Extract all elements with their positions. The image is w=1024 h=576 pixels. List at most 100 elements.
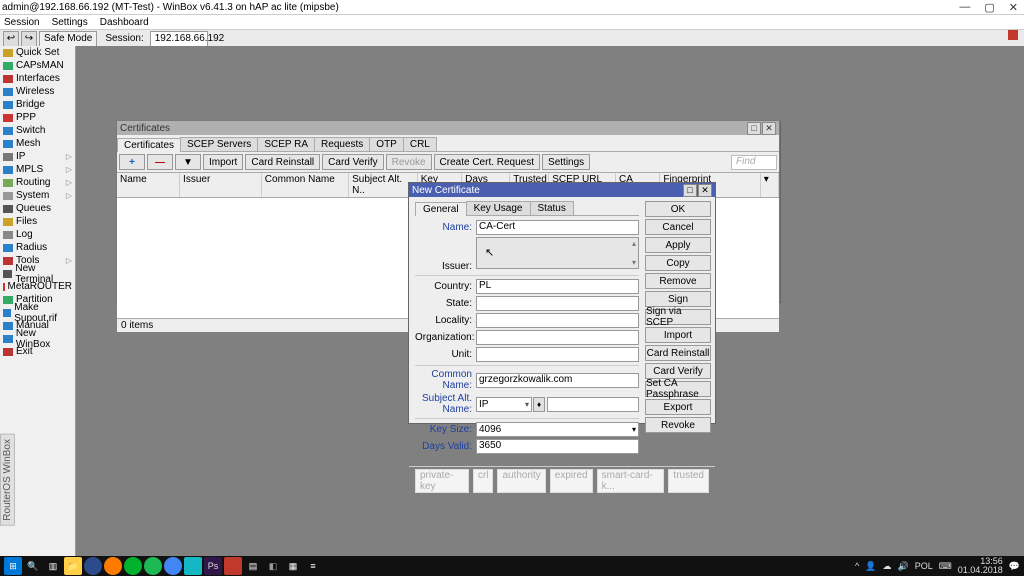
menu-settings[interactable]: Settings (52, 17, 88, 28)
spotify-icon[interactable] (144, 557, 162, 575)
search-icon[interactable]: 🔍 (24, 557, 42, 575)
sign-button[interactable]: Sign (645, 291, 711, 307)
sidebar-item-files[interactable]: Files (0, 215, 75, 228)
card-reinstall-button[interactable]: Card Reinstall (645, 345, 711, 361)
cn-input[interactable]: grzegorzkowalik.com (476, 373, 639, 388)
cert-min-icon[interactable]: □ (747, 122, 761, 135)
app-icon-4[interactable]: ◧ (264, 557, 282, 575)
create-cert-request-button[interactable]: Create Cert. Request (434, 154, 541, 170)
sidebar-item-mpls[interactable]: MPLS▷ (0, 163, 75, 176)
dlg-min-icon[interactable]: □ (683, 184, 697, 197)
cert-tab-scep-ra[interactable]: SCEP RA (257, 137, 315, 151)
sidebar-item-bridge[interactable]: Bridge (0, 98, 75, 111)
card-reinstall-button[interactable]: Card Reinstall (245, 154, 320, 170)
sidebar-item-log[interactable]: Log (0, 228, 75, 241)
task-view-icon[interactable]: ▥ (44, 557, 62, 575)
cancel-button[interactable]: Cancel (645, 219, 711, 235)
keysize-combo[interactable]: 4096▾ (476, 422, 639, 437)
sidebar-item-new-winbox[interactable]: New WinBox (0, 332, 75, 345)
export-button[interactable]: Export (645, 399, 711, 415)
col-menu-icon[interactable]: ▾ (761, 173, 779, 197)
settings-button[interactable]: Settings (542, 154, 590, 170)
chrome-icon[interactable] (164, 557, 182, 575)
unit-input[interactable] (476, 347, 639, 362)
cert-tab-requests[interactable]: Requests (314, 137, 370, 151)
col-name[interactable]: Name (117, 173, 180, 197)
tray-chevron-icon[interactable]: ^ (855, 561, 859, 571)
tray-clock[interactable]: 13:56 01.04.2018 (958, 557, 1003, 575)
revoke-button[interactable]: Revoke (386, 154, 432, 170)
revoke-button[interactable]: Revoke (645, 417, 711, 433)
copy-button[interactable]: Copy (645, 255, 711, 271)
new-cert-title-bar[interactable]: New Certificate □✕ (409, 183, 715, 197)
cert-tab-scep-servers[interactable]: SCEP Servers (180, 137, 258, 151)
whatsapp-icon[interactable] (124, 557, 142, 575)
explorer-icon[interactable]: 📁 (64, 557, 82, 575)
country-input[interactable]: PL (476, 279, 639, 294)
name-input[interactable]: CA-Cert (476, 220, 639, 235)
cert-close-icon[interactable]: ✕ (762, 122, 776, 135)
sign-via-scep-button[interactable]: Sign via SCEP (645, 309, 711, 325)
sidebar-item-capsman[interactable]: CAPsMAN (0, 59, 75, 72)
sidebar-item-ip[interactable]: IP▷ (0, 150, 75, 163)
locality-input[interactable] (476, 313, 639, 328)
tray-volume-icon[interactable]: 🔊 (898, 561, 909, 572)
certificates-title-bar[interactable]: Certificates □✕ (117, 121, 779, 135)
back-button[interactable]: ↩ (3, 31, 19, 47)
app-icon-3[interactable]: ▤ (244, 557, 262, 575)
menu-dashboard[interactable]: Dashboard (100, 17, 149, 28)
sidebar-item-queues[interactable]: Queues (0, 202, 75, 215)
sidebar-item-wireless[interactable]: Wireless (0, 85, 75, 98)
cert-tab-crl[interactable]: CRL (403, 137, 437, 151)
tray-keyboard-icon[interactable]: ⌨ (939, 561, 952, 572)
tab-general[interactable]: General (415, 202, 467, 216)
remove-button[interactable]: — (147, 154, 173, 170)
minimize-button[interactable]: — (959, 1, 970, 14)
app-icon-5[interactable]: ▦ (284, 557, 302, 575)
hide-passwords-icon[interactable] (1008, 30, 1018, 40)
filter-icon[interactable]: ▼ (175, 154, 201, 170)
san-type-combo[interactable]: IP▾ (476, 397, 532, 412)
photoshop-icon[interactable]: Ps (204, 557, 222, 575)
remove-button[interactable]: Remove (645, 273, 711, 289)
state-input[interactable] (476, 296, 639, 311)
set-ca-passphrase-button[interactable]: Set CA Passphrase (645, 381, 711, 397)
issuer-combo[interactable]: ↖▴▾ (476, 237, 639, 269)
sidebar-item-radius[interactable]: Radius (0, 241, 75, 254)
tray-people-icon[interactable]: 👤 (865, 561, 876, 572)
sidebar-item-system[interactable]: System▷ (0, 189, 75, 202)
dlg-close-icon[interactable]: ✕ (698, 184, 712, 197)
app-icon-1[interactable] (84, 557, 102, 575)
sidebar-item-quick-set[interactable]: Quick Set (0, 46, 75, 59)
sidebar-item-metarouter[interactable]: MetaROUTER (0, 280, 75, 293)
app-icon-6[interactable]: ≡ (304, 557, 322, 575)
maximize-button[interactable]: ▢ (984, 1, 994, 14)
import-button[interactable]: Import (203, 154, 243, 170)
tab-status[interactable]: Status (530, 201, 574, 215)
app-icon-2[interactable] (184, 557, 202, 575)
find-input[interactable]: Find (731, 155, 777, 170)
sidebar-item-routing[interactable]: Routing▷ (0, 176, 75, 189)
daysvalid-input[interactable]: 3650 (476, 439, 639, 454)
forward-button[interactable]: ↪ (21, 31, 37, 47)
org-input[interactable] (476, 330, 639, 345)
import-button[interactable]: Import (645, 327, 711, 343)
sidebar-item-ppp[interactable]: PPP (0, 111, 75, 124)
san-value-input[interactable] (547, 397, 639, 412)
cert-tab-otp[interactable]: OTP (369, 137, 404, 151)
start-button[interactable]: ⊞ (4, 557, 22, 575)
tray-cloud-icon[interactable]: ☁ (883, 561, 892, 572)
sidebar-item-interfaces[interactable]: Interfaces (0, 72, 75, 85)
tray-notifications-icon[interactable]: 💬 (1009, 561, 1020, 572)
sidebar-item-mesh[interactable]: Mesh (0, 137, 75, 150)
close-button[interactable]: ✕ (1009, 1, 1018, 14)
col-common-name[interactable]: Common Name (262, 173, 349, 197)
card-verify-button[interactable]: Card Verify (322, 154, 383, 170)
sidebar-item-switch[interactable]: Switch (0, 124, 75, 137)
add-button[interactable]: + (119, 154, 145, 170)
safe-mode-button[interactable]: Safe Mode (39, 31, 97, 47)
col-issuer[interactable]: Issuer (180, 173, 262, 197)
menu-session[interactable]: Session (4, 17, 40, 28)
card-verify-button[interactable]: Card Verify (645, 363, 711, 379)
sidebar-item-new-terminal[interactable]: New Terminal (0, 267, 75, 280)
